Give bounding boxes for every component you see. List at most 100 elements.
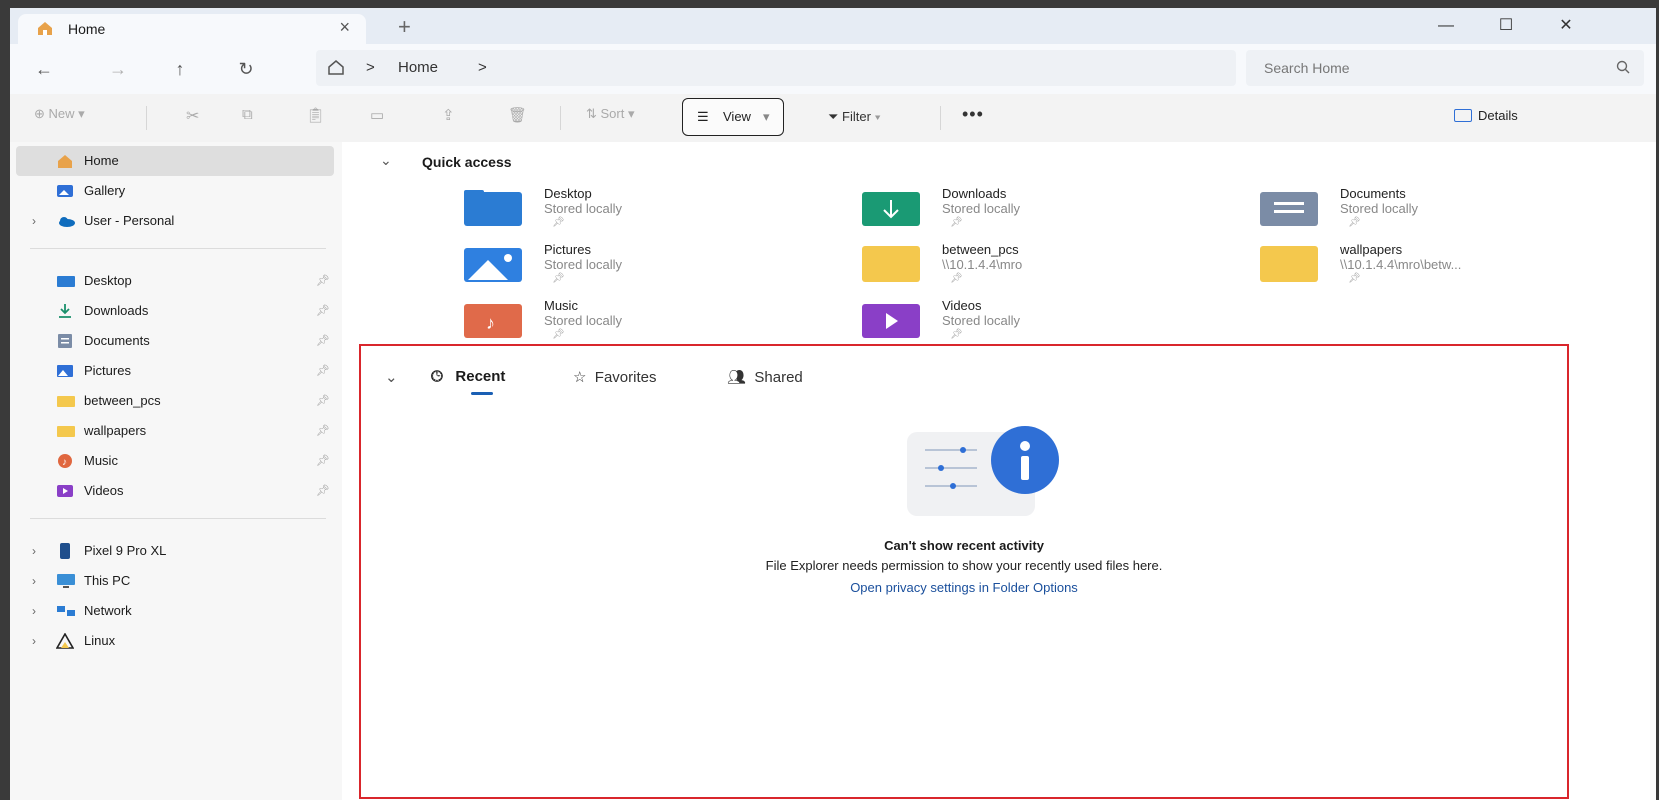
quick-access-header[interactable]: Quick access <box>422 154 512 170</box>
details-pane-icon <box>1454 109 1472 122</box>
refresh-button[interactable]: ↻ <box>230 54 262 84</box>
cut-icon[interactable]: ✂ <box>186 106 199 126</box>
copy-icon[interactable]: ⧉ <box>242 106 253 123</box>
view-button[interactable]: ☰ View ▾ <box>682 98 784 136</box>
chevron-right-icon[interactable]: › <box>32 574 36 588</box>
chevron-right-icon[interactable]: › <box>32 544 36 558</box>
quick-access-item-between-pcs[interactable]: between_pcs \\10.1.4.4\mro 📌︎ <box>862 242 1242 292</box>
quick-access-item-wallpapers[interactable]: wallpapers \\10.1.4.4\mro\betw... 📌︎ <box>1260 242 1640 292</box>
sidebar-item-onedrive[interactable]: › User - Personal <box>16 206 334 236</box>
item-location: Stored locally <box>1340 201 1419 216</box>
folder-icon <box>56 423 75 439</box>
details-button[interactable]: Details <box>1454 108 1518 123</box>
sidebar-item-videos[interactable]: Videos 📌︎ <box>16 476 334 506</box>
item-name: Music <box>544 298 578 313</box>
pin-icon[interactable]: 📌︎ <box>316 364 330 377</box>
sidebar-item-wallpapers[interactable]: wallpapers 📌︎ <box>16 416 334 446</box>
chevron-down-icon[interactable]: ⌄ <box>385 368 398 386</box>
documents-icon <box>56 333 74 349</box>
close-window-button[interactable]: ✕ <box>1536 10 1596 42</box>
delete-icon[interactable]: 🗑︎ <box>508 106 527 124</box>
back-button[interactable]: ← <box>28 54 60 84</box>
new-button[interactable]: ⊕ New ▾ <box>34 106 85 122</box>
tab-home[interactable]: Home × <box>18 14 366 44</box>
sidebar-item-label: between_pcs <box>84 393 161 408</box>
phone-icon <box>56 543 74 559</box>
view-label: View <box>723 109 751 124</box>
sidebar-item-pictures[interactable]: Pictures 📌︎ <box>16 356 334 386</box>
quick-access-item-music[interactable]: ♪ Music Stored locally 📌︎ <box>464 298 844 348</box>
videos-icon <box>56 483 74 499</box>
quick-access-item-documents[interactable]: Documents Stored locally 📌︎ <box>1260 186 1640 236</box>
pin-icon[interactable]: 📌︎ <box>316 274 330 287</box>
sidebar-item-gallery[interactable]: Gallery <box>16 176 334 206</box>
sidebar-item-home[interactable]: Home <box>16 146 334 176</box>
star-icon: ☆ <box>573 369 587 386</box>
downloads-folder-icon <box>862 190 920 226</box>
breadcrumb-separator[interactable]: > <box>478 59 487 76</box>
sidebar-item-this-pc[interactable]: › This PC <box>16 566 334 596</box>
quick-access-item-pictures[interactable]: Pictures Stored locally 📌︎ <box>464 242 844 292</box>
sidebar-item-documents[interactable]: Documents 📌︎ <box>16 326 334 356</box>
search-box[interactable]: Search Home <box>1246 50 1644 86</box>
address-bar[interactable]: > Home > <box>316 50 1236 86</box>
videos-folder-icon <box>862 302 920 338</box>
pin-icon[interactable]: 📌︎ <box>316 454 330 467</box>
desktop-folder-icon <box>464 190 522 226</box>
share-icon[interactable]: ⇪ <box>442 106 455 124</box>
filter-button[interactable]: ⏷ Filter ▾ <box>828 109 881 125</box>
more-options-button[interactable]: ••• <box>962 104 984 125</box>
pin-icon[interactable]: 📌︎ <box>316 394 330 407</box>
item-location: Stored locally <box>544 201 623 216</box>
paste-icon[interactable]: 📋︎ <box>306 106 325 124</box>
filter-icon: ⏷ <box>828 109 839 124</box>
privacy-settings-link[interactable]: Open privacy settings in Folder Options <box>361 580 1567 595</box>
home-icon <box>56 153 74 169</box>
breadcrumb-home[interactable]: Home <box>398 59 438 76</box>
tab-label: Shared <box>754 369 803 386</box>
pin-icon[interactable]: 📌︎ <box>316 334 330 347</box>
chevron-right-icon[interactable]: › <box>32 214 36 228</box>
computer-icon <box>56 573 75 589</box>
item-location: Stored locally <box>942 201 1021 216</box>
chevron-right-icon[interactable]: › <box>32 634 36 648</box>
sidebar-item-network[interactable]: › Network <box>16 596 334 626</box>
tab-favorites[interactable]: ☆ Favorites <box>573 368 656 386</box>
divider <box>30 518 326 519</box>
rename-icon[interactable]: ▭ <box>370 106 384 124</box>
sidebar-item-desktop[interactable]: Desktop 📌︎ <box>16 266 334 296</box>
item-location: \\10.1.4.4\mro\betw... <box>1340 257 1462 272</box>
tab-shared[interactable]: 👥︎ Shared <box>727 368 803 386</box>
sidebar-item-downloads[interactable]: Downloads 📌︎ <box>16 296 334 326</box>
quick-access-item-videos[interactable]: Videos Stored locally 📌︎ <box>862 298 1242 348</box>
forward-button[interactable]: → <box>102 54 134 84</box>
minimize-button[interactable]: — <box>1416 10 1476 42</box>
tab-recent[interactable]: 🕒︎ Recent <box>431 368 505 385</box>
breadcrumb-separator[interactable]: > <box>366 59 375 76</box>
chevron-down-icon[interactable]: ⌄ <box>380 152 392 169</box>
new-tab-button[interactable]: + <box>398 14 411 40</box>
close-tab-icon[interactable]: × <box>339 17 350 38</box>
quick-access-item-downloads[interactable]: Downloads Stored locally 📌︎ <box>862 186 1242 236</box>
sort-label: Sort <box>600 106 625 121</box>
gallery-icon <box>56 183 74 199</box>
sidebar-item-label: Music <box>84 453 118 468</box>
quick-access-item-desktop[interactable]: Desktop Stored locally 📌︎ <box>464 186 844 236</box>
pin-icon[interactable]: 📌︎ <box>316 304 330 317</box>
svg-text:♪: ♪ <box>62 457 67 468</box>
sidebar-item-label: Home <box>84 153 119 168</box>
pin-icon[interactable]: 📌︎ <box>316 484 330 497</box>
sidebar-item-between-pcs[interactable]: between_pcs 📌︎ <box>16 386 334 416</box>
up-button[interactable]: ↑ <box>164 54 196 84</box>
pin-icon: 📌︎ <box>950 329 963 340</box>
sidebar-item-linux[interactable]: › Linux <box>16 626 334 656</box>
sidebar-item-label: Pixel 9 Pro XL <box>84 543 167 558</box>
chevron-right-icon[interactable]: › <box>32 604 36 618</box>
sidebar-item-music[interactable]: ♪ Music 📌︎ <box>16 446 334 476</box>
sort-button[interactable]: ⇅ Sort ▾ <box>586 106 635 122</box>
sidebar-item-pixel[interactable]: › Pixel 9 Pro XL <box>16 536 334 566</box>
maximize-button[interactable]: ☐ <box>1476 10 1536 42</box>
pin-icon[interactable]: 📌︎ <box>316 424 330 437</box>
folder-icon <box>1260 246 1318 282</box>
home-icon[interactable] <box>326 58 346 81</box>
